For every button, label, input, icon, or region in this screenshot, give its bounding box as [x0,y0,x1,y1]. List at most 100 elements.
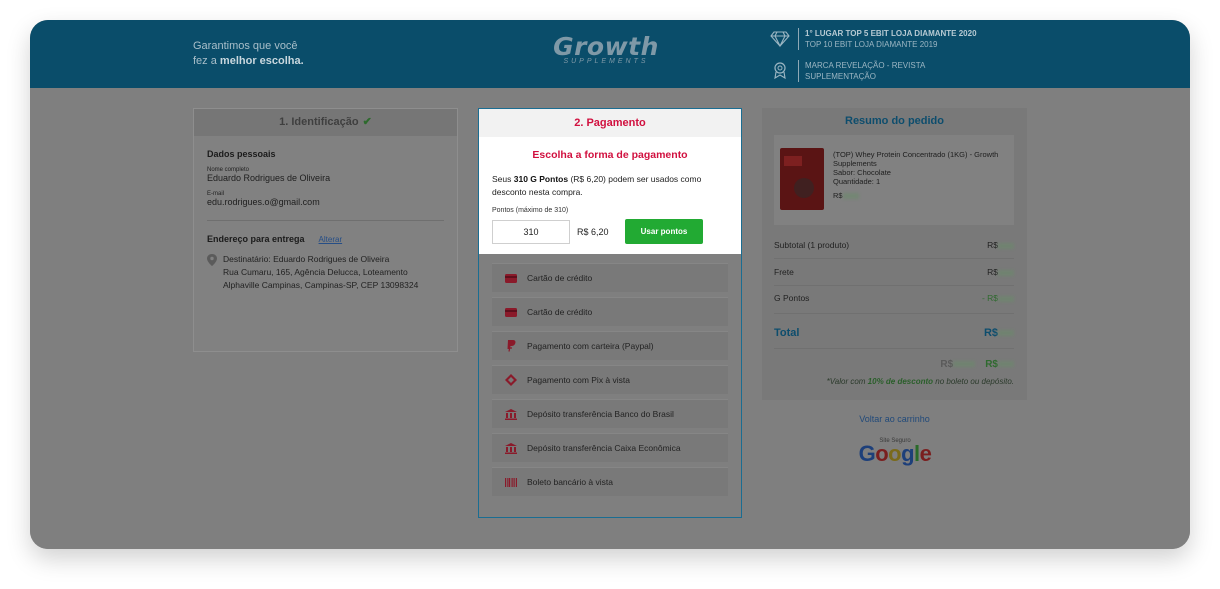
delivery-address: Destinatário: Eduardo Rodrigues de Olive… [207,253,444,292]
credit-card-icon [505,272,517,284]
blurred-value [998,242,1014,249]
points-row: G Pontos - R$ [774,293,1014,303]
payment-method-label: Pagamento com Pix à vista [527,375,630,385]
payment-method-banco-do-brasil[interactable]: Depósito transferência Banco do Brasil [492,399,728,428]
product-name: (TOP) Whey Protein Concentrado (1KG) - G… [833,150,999,168]
personal-data-title: Dados pessoais [207,149,276,159]
payment-method-boleto[interactable]: Boleto bancário à vista [492,467,728,496]
points-bold: 310 G Pontos [513,174,569,184]
growth-logo[interactable]: Growth SUPPLEMENTS [550,32,662,66]
points-input-label: Pontos (máximo de 310) [492,207,569,214]
total-row: Total R$ [774,327,1014,339]
medal-icon [774,62,786,80]
payment-method-label: Boleto bancário à vista [527,477,613,487]
credit-card-icon [505,306,517,318]
shipping-value: R$ [987,267,1014,277]
blurred-value [842,193,859,200]
award2-line2: SUPLEMENTAÇÃO [805,72,876,81]
name-value: Eduardo Rodrigues de Oliveira [207,173,331,183]
location-pin-icon [207,254,217,266]
address-line3: Alphaville Campinas, Campinas-SP, CEP 13… [223,280,419,290]
subtotal-label: Subtotal (1 produto) [774,240,850,250]
header-bar: Garantimos que você fez a melhor escolha… [30,20,1190,88]
tagline-line2: fez a melhor escolha. [193,54,304,69]
divider [774,348,1014,349]
points-line2: desconto nesta compra. [492,187,583,197]
points-description: Seus 310 G Pontos (R$ 6,20) podem ser us… [492,173,728,199]
logo-sub-text: SUPPLEMENTS [563,58,649,65]
points-prefix: Seus [492,174,512,184]
choose-payment-title: Escolha a forma de pagamento [532,149,688,161]
payment-method-label: Cartão de crédito [527,307,593,317]
product-price-prefix: R$ [833,191,843,200]
identification-header[interactable]: 1. Identificação ✔ [194,109,457,136]
note-bold: 10% de desconto [867,377,934,386]
payment-method-label: Pagamento com carteira (Paypal) [527,341,654,351]
payment-title: 2. Pagamento [479,109,741,137]
old-price-prefix: R$ [940,359,954,370]
payment-method-pix[interactable]: Pagamento com Pix à vista [492,365,728,394]
pix-icon [505,374,517,386]
divider [774,285,1014,286]
diamond-icon [770,31,790,48]
check-icon: ✔ [362,116,372,128]
note-prefix: *Valor com [826,377,866,386]
blurred-value [953,361,976,368]
payment-methods-list: Cartão de crédito Cartão de crédito Paga… [492,263,728,501]
payment-method-credit-card-1[interactable]: Cartão de crédito [492,263,728,292]
paypal-icon [505,340,517,352]
divider [774,313,1014,314]
award-revelacao: MARCA REVELAÇÃO - REVISTA SUPLEMENTAÇÃO [770,60,925,82]
tagline-bold: melhor escolha. [219,55,304,67]
payment-card: 2. Pagamento Escolha a forma de pagament… [478,108,742,518]
barcode-icon [505,476,517,488]
product-image [780,148,824,210]
discount-prices-row: R$ R$ [774,359,1014,370]
award-revelacao-text: MARCA REVELAÇÃO - REVISTA SUPLEMENTAÇÃO [798,60,925,82]
points-summary-value: - R$ [982,293,1014,303]
order-summary-card: Resumo do pedido (TOP) Whey Protein Conc… [762,108,1027,400]
total-label: Total [774,327,800,339]
payment-method-credit-card-2[interactable]: Cartão de crédito [492,297,728,326]
tagline: Garantimos que você fez a melhor escolha… [193,39,304,69]
award1-line1: 1° LUGAR TOP 5 EBIT LOJA DIAMANTE 2020 [805,29,977,38]
award-ebit: 1° LUGAR TOP 5 EBIT LOJA DIAMANTE 2020 T… [770,28,977,50]
shipping-row: Frete R$ [774,267,1014,277]
discount-note: *Valor com 10% de desconto no boleto ou … [774,377,1014,386]
subtotal-value: R$ [987,240,1014,250]
logo-main-text: Growth [553,32,659,61]
award2-line1: MARCA REVELAÇÃO - REVISTA [805,61,926,70]
checkout-window: Garantimos que você fez a melhor escolha… [30,20,1190,549]
back-to-cart-link[interactable]: Voltar ao carrinho [762,414,1027,424]
points-summary-prefix: - R$ [981,293,998,303]
blurred-value [998,330,1014,337]
product-item: (TOP) Whey Protein Concentrado (1KG) - G… [774,135,1014,225]
payment-method-label: Depósito transferência Caixa Econômica [527,443,681,453]
payment-method-label: Depósito transferência Banco do Brasil [527,409,674,419]
old-price: R$ [940,359,976,370]
email-value: edu.rodrigues.o@gmail.com [207,197,320,207]
blurred-value [998,295,1014,302]
bank-icon [505,408,517,420]
order-summary-title: Resumo do pedido [845,115,944,127]
points-money-value: R$ 6,20 [577,226,609,237]
award1-line2: TOP 10 EBIT LOJA DIAMANTE 2019 [805,40,938,49]
note-suffix: no boleto ou depósito. [935,377,1014,386]
discount-price: R$ [985,359,1014,370]
payment-method-label: Cartão de crédito [527,273,593,283]
payment-method-paypal[interactable]: Pagamento com carteira (Paypal) [492,331,728,360]
total-prefix: R$ [983,327,998,339]
total-value: R$ [984,327,1014,339]
tagline-prefix: fez a [193,55,217,67]
points-suffix: (R$ 6,20) podem ser usados como [570,174,702,184]
divider [207,220,444,221]
google-wordmark: Google [858,441,932,466]
bank-icon [505,442,517,454]
google-safe-site-badge: Site Seguro Google [852,438,938,466]
blurred-value [998,361,1014,368]
alter-address-link[interactable]: Alterar [319,235,343,244]
use-points-button[interactable]: Usar pontos [625,219,703,244]
points-input[interactable] [492,219,570,244]
blurred-value [998,269,1014,276]
payment-method-caixa[interactable]: Depósito transferência Caixa Econômica [492,433,728,462]
